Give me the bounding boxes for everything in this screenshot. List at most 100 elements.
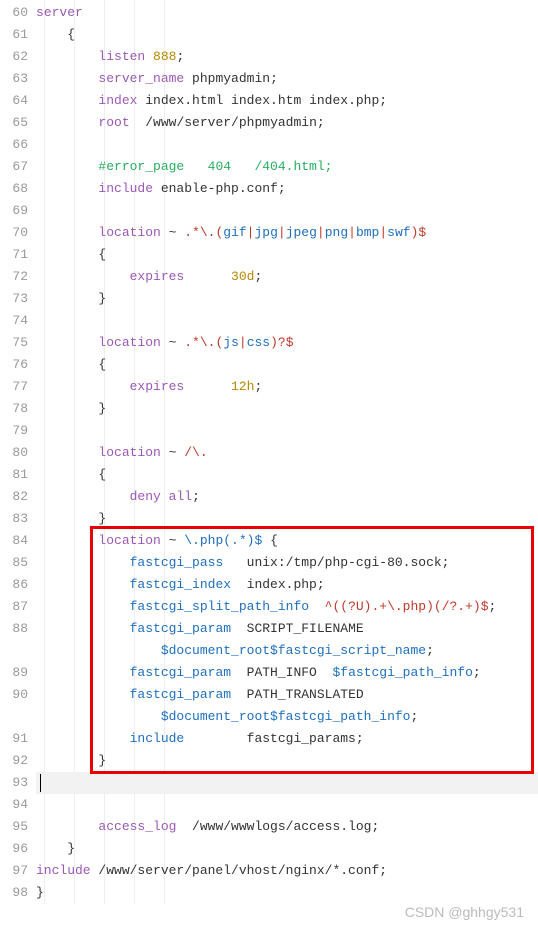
code-line[interactable]: fastcgi_param PATH_INFO $fastcgi_path_in…	[36, 662, 538, 684]
code-token	[36, 577, 130, 592]
code-line[interactable]: }	[36, 508, 538, 530]
code-line[interactable]: {	[36, 464, 538, 486]
code-line[interactable]: location ~ /\.	[36, 442, 538, 464]
code-token: SCRIPT_FILENAME	[231, 621, 364, 636]
code-line[interactable]	[36, 794, 538, 816]
code-editor[interactable]: 6061626364656667686970717273747576777879…	[0, 0, 538, 932]
code-token	[36, 93, 98, 108]
code-line[interactable]: }	[36, 288, 538, 310]
code-line[interactable]: include /www/server/panel/vhost/nginx/*.…	[36, 860, 538, 882]
code-token: )?$	[270, 335, 293, 350]
code-token: server	[36, 5, 83, 20]
line-number: 64	[0, 90, 34, 112]
code-line[interactable]: location ~ \.php(.*)$ {	[36, 530, 538, 552]
line-number: 89	[0, 662, 34, 684]
code-token: location	[98, 225, 160, 240]
code-line-wrap[interactable]: $document_root$fastcgi_path_info;	[36, 706, 538, 728]
code-token: {	[36, 357, 106, 372]
code-line[interactable]	[36, 310, 538, 332]
code-token: ;	[489, 599, 497, 614]
code-token: css	[247, 335, 270, 350]
line-number: 95	[0, 816, 34, 838]
code-line[interactable]: }	[36, 838, 538, 860]
code-token: /www/server/phpmyadmin;	[130, 115, 325, 130]
code-token: PATH_INFO	[231, 665, 332, 680]
line-number-blank	[0, 706, 34, 728]
code-line[interactable]: include enable-php.conf;	[36, 178, 538, 200]
line-number: 73	[0, 288, 34, 310]
code-token: js	[223, 335, 239, 350]
code-token: PATH_TRANSLATED	[231, 687, 364, 702]
code-token: )$	[411, 225, 427, 240]
code-line[interactable]: {	[36, 24, 538, 46]
code-line[interactable]: fastcgi_param PATH_TRANSLATED	[36, 684, 538, 706]
code-line[interactable]: deny all;	[36, 486, 538, 508]
code-token	[184, 269, 231, 284]
code-line[interactable]: server	[36, 2, 538, 24]
line-number: 69	[0, 200, 34, 222]
line-number: 86	[0, 574, 34, 596]
code-line[interactable]: }	[36, 398, 538, 420]
code-line[interactable]: access_log /www/wwwlogs/access.log;	[36, 816, 538, 838]
code-token: fastcgi_param	[130, 621, 231, 636]
code-line[interactable]	[36, 772, 538, 794]
code-token	[36, 621, 130, 636]
code-line[interactable]	[36, 200, 538, 222]
code-token: fastcgi_param	[130, 687, 231, 702]
code-line[interactable]: fastcgi_param SCRIPT_FILENAME	[36, 618, 538, 640]
code-line[interactable]: {	[36, 354, 538, 376]
code-token: include	[36, 863, 91, 878]
line-number: 62	[0, 46, 34, 68]
code-token: access_log	[98, 819, 176, 834]
code-token	[36, 71, 98, 86]
code-token: include	[98, 181, 153, 196]
code-token: |	[239, 335, 247, 350]
code-line[interactable]: expires 12h;	[36, 376, 538, 398]
code-token	[36, 335, 98, 350]
watermark-text: CSDN @ghhgy531	[405, 904, 524, 920]
code-token: include	[130, 731, 185, 746]
code-line[interactable]	[36, 134, 538, 156]
code-line[interactable]	[36, 420, 538, 442]
line-number-blank	[0, 640, 34, 662]
code-token: gif	[223, 225, 246, 240]
line-number: 91	[0, 728, 34, 750]
code-token: {	[36, 247, 106, 262]
line-number: 76	[0, 354, 34, 376]
code-token: }	[36, 291, 106, 306]
code-line[interactable]: listen 888;	[36, 46, 538, 68]
code-line[interactable]: }	[36, 882, 538, 904]
code-line[interactable]: location ~ .*\.(gif|jpg|jpeg|png|bmp|swf…	[36, 222, 538, 244]
code-token: .*\.(	[184, 225, 223, 240]
code-token: root	[98, 115, 129, 130]
code-line[interactable]: index index.html index.htm index.php;	[36, 90, 538, 112]
code-token	[36, 599, 130, 614]
code-line[interactable]: }	[36, 750, 538, 772]
code-token: ;	[426, 643, 434, 658]
code-line[interactable]: fastcgi_index index.php;	[36, 574, 538, 596]
code-line[interactable]: fastcgi_split_path_info ^((?U).+\.php)(/…	[36, 596, 538, 618]
code-token	[145, 49, 153, 64]
line-number: 68	[0, 178, 34, 200]
code-line[interactable]: fastcgi_pass unix:/tmp/php-cgi-80.sock;	[36, 552, 538, 574]
code-line[interactable]: expires 30d;	[36, 266, 538, 288]
code-token: expires	[130, 379, 185, 394]
code-line[interactable]: include fastcgi_params;	[36, 728, 538, 750]
line-number: 79	[0, 420, 34, 442]
code-line[interactable]: #error_page 404 /404.html;	[36, 156, 538, 178]
code-line[interactable]: {	[36, 244, 538, 266]
line-number: 66	[0, 134, 34, 156]
code-line[interactable]: root /www/server/phpmyadmin;	[36, 112, 538, 134]
code-token: {	[36, 27, 75, 42]
line-number: 84	[0, 530, 34, 552]
code-line[interactable]: server_name phpmyadmin;	[36, 68, 538, 90]
code-line-wrap[interactable]: $document_root$fastcgi_script_name;	[36, 640, 538, 662]
line-number: 85	[0, 552, 34, 574]
code-token: enable-php.conf;	[153, 181, 286, 196]
code-area[interactable]: server { listen 888; server_name phpmyad…	[34, 0, 538, 904]
code-token	[36, 181, 98, 196]
code-token: |	[278, 225, 286, 240]
code-line[interactable]: location ~ .*\.(js|css)?$	[36, 332, 538, 354]
code-token: jpg	[254, 225, 277, 240]
line-number: 63	[0, 68, 34, 90]
